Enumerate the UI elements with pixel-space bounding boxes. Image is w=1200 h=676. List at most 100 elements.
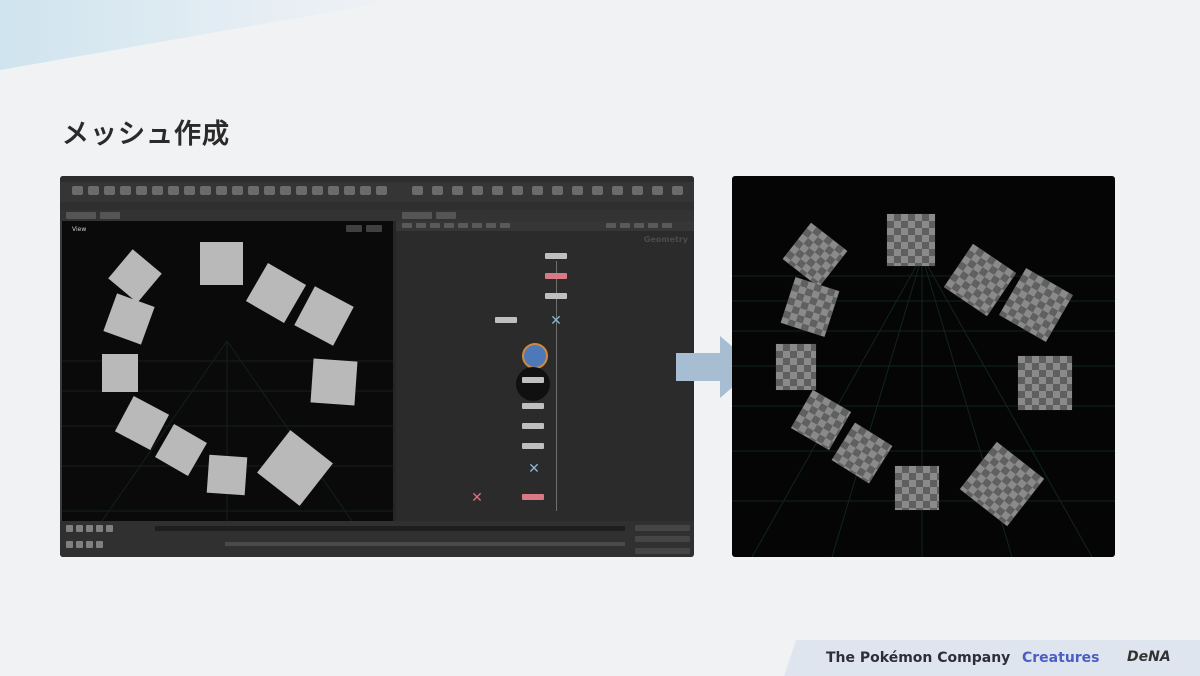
timeline-option[interactable] — [86, 541, 93, 548]
network-node[interactable] — [545, 253, 567, 259]
network-menu-bar — [396, 221, 694, 231]
shelf-tool[interactable] — [492, 186, 503, 195]
shelf-tool[interactable] — [216, 186, 227, 195]
network-menu-item[interactable] — [416, 223, 426, 228]
network-menu-item[interactable] — [430, 223, 440, 228]
play-button[interactable] — [96, 525, 103, 532]
scene-viewport[interactable]: View — [62, 221, 393, 521]
network-node[interactable] — [522, 377, 544, 383]
network-node[interactable] — [495, 317, 517, 323]
shelf-tool[interactable] — [512, 186, 523, 195]
shelf-tool[interactable] — [152, 186, 163, 195]
mesh-card — [102, 354, 138, 392]
solver-node-icon[interactable] — [522, 343, 548, 369]
network-menu-item[interactable] — [444, 223, 454, 228]
mesh-card — [200, 242, 243, 285]
shelf-tool[interactable] — [88, 186, 99, 195]
shelf-tool[interactable] — [120, 186, 131, 195]
shelf-tool[interactable] — [72, 186, 83, 195]
null-node-icon[interactable]: ✕ — [527, 462, 541, 476]
stop-button[interactable] — [86, 525, 93, 532]
path-segment[interactable] — [402, 212, 432, 219]
creatures-logo: Creatures — [1022, 650, 1100, 666]
network-menu-item[interactable] — [402, 223, 412, 228]
viewport-option-button[interactable] — [346, 225, 362, 232]
shelf-tool[interactable] — [552, 186, 563, 195]
network-node[interactable] — [545, 273, 567, 279]
path-segment[interactable] — [436, 212, 456, 219]
network-node[interactable] — [545, 293, 567, 299]
shelf-tool[interactable] — [652, 186, 663, 195]
header-accent — [0, 0, 400, 70]
timeline-option[interactable] — [96, 541, 103, 548]
keys-field[interactable] — [635, 525, 690, 531]
auto-update-field[interactable] — [635, 536, 690, 542]
range-slider[interactable] — [225, 542, 625, 546]
network-tool-icon[interactable] — [620, 223, 630, 228]
network-tool-icon[interactable] — [634, 223, 644, 228]
network-context-label: Geometry — [643, 235, 688, 244]
shelf-tool[interactable] — [572, 186, 583, 195]
shelf-tool[interactable] — [200, 186, 211, 195]
network-node[interactable] — [522, 494, 544, 500]
timeline-track[interactable] — [155, 526, 625, 531]
network-tool-icon[interactable] — [648, 223, 658, 228]
shelf-tool[interactable] — [344, 186, 355, 195]
shelf-tool[interactable] — [472, 186, 483, 195]
path-segment[interactable] — [100, 212, 120, 219]
network-editor[interactable]: Geometry ✕ ✕ ✕ — [396, 231, 694, 521]
shelf-tool[interactable] — [532, 186, 543, 195]
path-segment[interactable] — [66, 212, 96, 219]
step-forward-button[interactable] — [106, 525, 113, 532]
timeline-option[interactable] — [66, 541, 73, 548]
shelf-tool[interactable] — [592, 186, 603, 195]
network-node[interactable] — [522, 403, 544, 409]
shelf-tool[interactable] — [632, 186, 643, 195]
shelf-tool[interactable] — [184, 186, 195, 195]
null-node-icon[interactable]: ✕ — [549, 314, 563, 328]
network-menu-item[interactable] — [500, 223, 510, 228]
shelf-tool[interactable] — [104, 186, 115, 195]
render-viewport — [732, 176, 1115, 557]
network-node[interactable] — [522, 443, 544, 449]
textured-card — [895, 466, 939, 510]
path-bar — [60, 210, 694, 221]
pane-tabs — [60, 202, 694, 210]
shelf-tool[interactable] — [432, 186, 443, 195]
selected-node-ring[interactable] — [516, 367, 550, 401]
network-menu-item[interactable] — [472, 223, 482, 228]
timeline-bar[interactable] — [60, 521, 694, 557]
shelf-tool[interactable] — [452, 186, 463, 195]
play-back-button[interactable] — [66, 525, 73, 532]
viewport-label: View — [72, 226, 87, 233]
shelf-tool[interactable] — [376, 186, 387, 195]
shelf-tool[interactable] — [412, 186, 423, 195]
textured-card — [887, 214, 935, 266]
pokemon-company-logo: The Pokémon Company — [826, 650, 1011, 666]
output-node-icon[interactable]: ✕ — [470, 491, 484, 505]
textured-card — [776, 344, 816, 390]
shelf-tool[interactable] — [264, 186, 275, 195]
viewport-option-button[interactable] — [366, 225, 382, 232]
shelf-tool[interactable] — [672, 186, 683, 195]
network-tool-icon[interactable] — [606, 223, 616, 228]
shelf-tool[interactable] — [612, 186, 623, 195]
network-menu-item[interactable] — [458, 223, 468, 228]
shelf-tool[interactable] — [136, 186, 147, 195]
shelf-tool[interactable] — [296, 186, 307, 195]
step-back-button[interactable] — [76, 525, 83, 532]
shelf-tool[interactable] — [328, 186, 339, 195]
shelf-tool[interactable] — [312, 186, 323, 195]
shelf-tool[interactable] — [360, 186, 371, 195]
mesh-card — [206, 454, 248, 496]
slide-title: メッシュ作成 — [62, 119, 230, 150]
shelf-tool[interactable] — [232, 186, 243, 195]
shelf-tool[interactable] — [168, 186, 179, 195]
shelf-tool[interactable] — [280, 186, 291, 195]
network-menu-item[interactable] — [486, 223, 496, 228]
network-node[interactable] — [522, 423, 544, 429]
status-field[interactable] — [635, 548, 690, 554]
timeline-option[interactable] — [76, 541, 83, 548]
shelf-tool[interactable] — [248, 186, 259, 195]
network-tool-icon[interactable] — [662, 223, 672, 228]
